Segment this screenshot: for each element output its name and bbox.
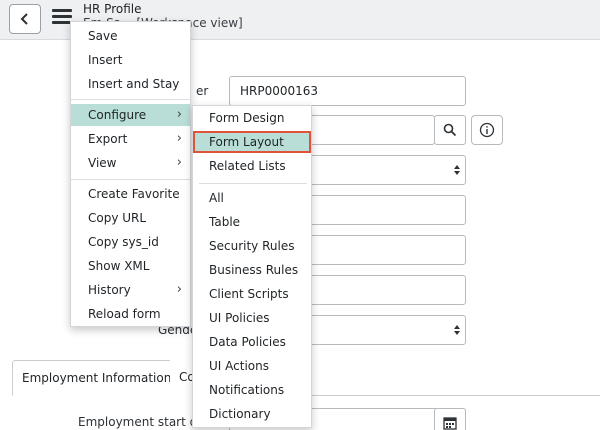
menu-item-label: Business Rules: [209, 263, 299, 277]
menu-item-label: UI Actions: [209, 359, 269, 373]
calendar-icon: [443, 417, 457, 430]
submenu-item-ui-policies[interactable]: UI Policies: [193, 307, 311, 329]
chevron-left-icon: [20, 13, 28, 25]
menu-item-export[interactable]: Export ›: [71, 128, 190, 150]
menu-item-label: View: [88, 156, 117, 170]
menu-item-copy-url[interactable]: Copy URL: [71, 207, 190, 229]
submenu-item-form-design[interactable]: Form Design: [193, 107, 311, 129]
menu-item-label: Insert and Stay: [88, 77, 180, 91]
employment-start-label: Employment start da: [78, 415, 205, 429]
submenu-item-security-rules[interactable]: Security Rules: [193, 235, 311, 257]
lookup-button[interactable]: [434, 115, 466, 145]
menu-item-label: Copy sys_id: [88, 235, 159, 249]
chevron-right-icon: ›: [176, 131, 182, 146]
submenu-item-table[interactable]: Table: [193, 211, 311, 233]
menu-item-label: Save: [88, 29, 118, 43]
menu-item-reload-form[interactable]: Reload form: [71, 303, 190, 325]
menu-separator: [199, 183, 307, 184]
number-field[interactable]: HRP0000163: [229, 76, 466, 106]
menu-item-label: Form Layout: [209, 135, 284, 149]
menu-item-label: UI Policies: [209, 311, 270, 325]
menu-item-label: Table: [209, 215, 241, 229]
menu-separator: [71, 99, 190, 100]
menu-item-label: Show XML: [88, 259, 150, 273]
menu-item-label: Insert: [88, 53, 123, 67]
menu-item-label: Form Design: [209, 111, 285, 125]
menu-item-label: History: [88, 283, 131, 297]
tab-employment-information[interactable]: Employment Information: [12, 360, 182, 396]
menu-item-create-favorite[interactable]: Create Favorite: [71, 183, 190, 205]
submenu-item-notifications[interactable]: Notifications: [193, 379, 311, 401]
back-button[interactable]: [9, 4, 41, 34]
chevron-right-icon: ›: [176, 107, 182, 122]
menu-item-insert-and-stay[interactable]: Insert and Stay: [71, 73, 190, 95]
submenu-item-ui-actions[interactable]: UI Actions: [193, 355, 311, 377]
menu-item-label: Create Favorite: [88, 187, 180, 201]
submenu-item-related-lists[interactable]: Related Lists: [193, 155, 311, 177]
submenu-item-form-layout[interactable]: Form Layout: [193, 131, 311, 153]
menu-item-configure[interactable]: Configure ›: [71, 104, 190, 126]
hr-profile-page: HR Profile Em Sa... [Workspace view] er …: [0, 0, 600, 430]
submenu-item-dictionary[interactable]: Dictionary: [193, 403, 311, 425]
menu-item-label: All: [209, 191, 224, 205]
menu-item-label: Notifications: [209, 383, 285, 397]
info-button[interactable]: [471, 115, 503, 145]
menu-item-label: Export: [88, 132, 128, 146]
menu-item-label: Copy URL: [88, 211, 147, 225]
menu-item-insert[interactable]: Insert: [71, 49, 190, 71]
submenu-item-data-policies[interactable]: Data Policies: [193, 331, 311, 353]
calendar-button[interactable]: [434, 408, 466, 430]
menu-item-label: Dictionary: [209, 407, 271, 421]
menu-item-copy-sys-id[interactable]: Copy sys_id: [71, 231, 190, 253]
menu-item-save[interactable]: Save: [71, 25, 190, 47]
submenu-item-all[interactable]: All: [193, 187, 311, 209]
select-caret-icon: [454, 165, 460, 175]
menu-item-label: Security Rules: [209, 239, 295, 253]
menu-separator: [71, 179, 190, 180]
number-label: er: [196, 84, 209, 98]
submenu-item-business-rules[interactable]: Business Rules: [193, 259, 311, 281]
submenu-item-client-scripts[interactable]: Client Scripts: [193, 283, 311, 305]
menu-item-label: Related Lists: [209, 159, 286, 173]
search-icon: [443, 123, 457, 137]
menu-item-label: Configure: [88, 108, 147, 122]
menu-item-label: Data Policies: [209, 335, 286, 349]
info-icon: [479, 122, 495, 138]
chevron-right-icon: ›: [176, 282, 182, 297]
menu-item-label: Reload form: [88, 307, 161, 321]
menu-item-view[interactable]: View ›: [71, 152, 190, 174]
chevron-right-icon: ›: [176, 155, 182, 170]
context-menu-icon[interactable]: [52, 9, 72, 25]
select-caret-icon: [454, 325, 460, 335]
menu-item-label: Client Scripts: [209, 287, 289, 301]
page-title: HR Profile: [83, 2, 142, 16]
configure-submenu: Form Design Form Layout Related Lists Al…: [192, 105, 312, 428]
form-context-menu: Save Insert Insert and Stay Configure › E…: [70, 21, 191, 327]
menu-item-history[interactable]: History ›: [71, 279, 190, 301]
menu-item-show-xml[interactable]: Show XML: [71, 255, 190, 277]
